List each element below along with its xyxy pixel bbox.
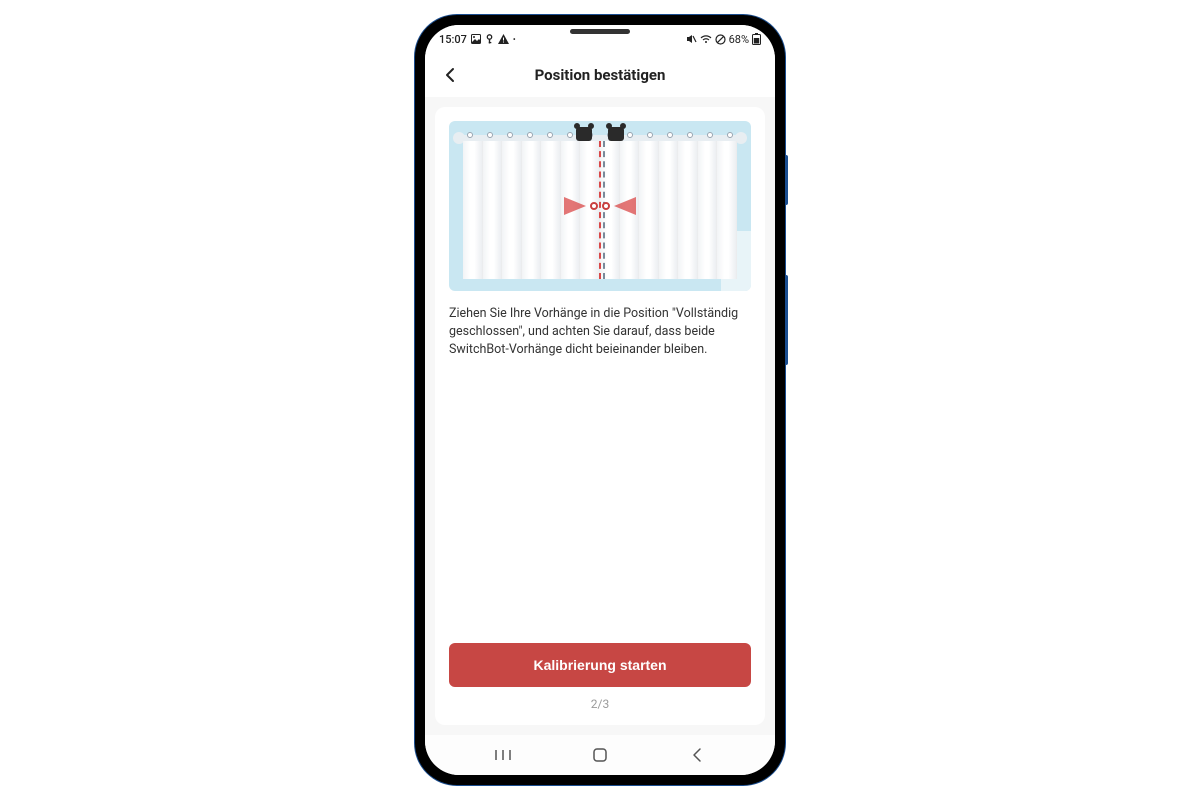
status-bar: 15:07 • [425,25,775,53]
status-time: 15:07 [439,33,467,46]
curtain-illustration [449,121,751,291]
warning-icon [498,34,509,44]
wifi-icon [700,34,712,44]
switchbot-device-left-icon [576,127,592,141]
step-indicator: 2/3 [449,697,751,711]
page-title: Position bestätigen [535,66,666,84]
phone-volume-button [785,155,788,205]
app-header: Position bestätigen [425,53,775,97]
instruction-text: Ziehen Sie Ihre Vorhänge in die Position… [449,305,751,359]
phone-power-button [785,275,788,365]
recents-button[interactable] [483,740,523,770]
image-icon [471,34,481,44]
screen: 15:07 • [425,25,775,775]
close-arrows-icon [564,197,636,215]
android-back-button[interactable] [677,740,717,770]
dot-icon: • [513,35,516,44]
back-button[interactable] [439,63,463,87]
key-icon [485,34,494,44]
home-button[interactable] [580,740,620,770]
mute-icon [686,34,697,44]
switchbot-device-right-icon [608,127,624,141]
battery-icon [752,33,761,45]
content: Ziehen Sie Ihre Vorhänge in die Position… [425,97,775,735]
start-calibration-button[interactable]: Kalibrierung starten [449,643,751,687]
status-left: 15:07 • [439,33,516,46]
card: Ziehen Sie Ihre Vorhänge in die Position… [435,107,765,725]
phone-frame: 15:07 • [415,15,785,785]
battery-text: 68% [729,33,749,46]
status-right: 68% [686,33,761,46]
chevron-left-icon [442,66,460,84]
no-data-icon [715,34,726,45]
android-nav-bar [425,735,775,775]
